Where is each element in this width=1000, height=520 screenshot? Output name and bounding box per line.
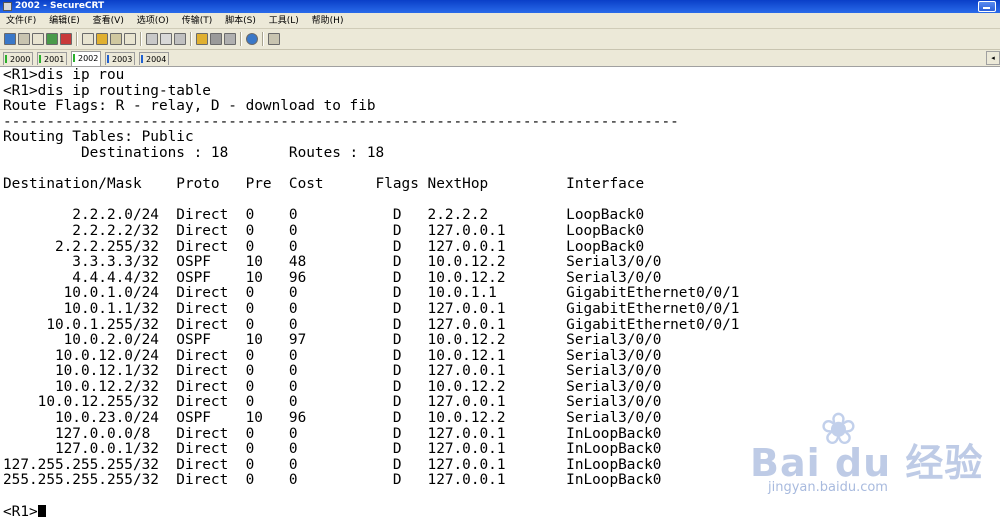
route-row: 10.0.12.1/32 Direct 0 0 D 127.0.0.1 Seri… bbox=[3, 363, 662, 380]
print-selection-icon[interactable] bbox=[160, 33, 172, 45]
menu-script[interactable]: 脚本(S) bbox=[225, 13, 256, 29]
securecrt-app-icon bbox=[3, 2, 12, 11]
terminal-line: Destinations : 18 Routes : 18 bbox=[3, 144, 385, 161]
keymap-icon[interactable] bbox=[224, 33, 236, 45]
terminal-line: <R1>dis ip rou bbox=[3, 67, 125, 83]
route-row: 10.0.12.255/32 Direct 0 0 D 127.0.0.1 Se… bbox=[3, 394, 662, 411]
route-row: 4.4.4.4/32 OSPF 10 96 D 10.0.12.2 Serial… bbox=[3, 269, 662, 286]
print-icon[interactable] bbox=[146, 33, 158, 45]
route-row: 10.0.2.0/24 OSPF 10 97 D 10.0.12.2 Seria… bbox=[3, 332, 662, 349]
route-row: 10.0.12.0/24 Direct 0 0 D 10.0.12.1 Seri… bbox=[3, 347, 662, 364]
route-row: 10.0.12.2/32 Direct 0 0 D 10.0.12.2 Seri… bbox=[3, 378, 662, 395]
menu-tools[interactable]: 工具(L) bbox=[269, 13, 299, 29]
reconnect-icon[interactable] bbox=[46, 33, 58, 45]
session-tab-bar: 2000 2001 2002 2003 2004 ◂ bbox=[0, 50, 1000, 67]
terminal-line: Route Flags: R - relay, D - download to … bbox=[3, 98, 376, 115]
menu-options[interactable]: 选项(O) bbox=[137, 13, 169, 29]
terminal-line: ----------------------------------------… bbox=[3, 113, 679, 130]
terminal-line: Routing Tables: Public bbox=[3, 129, 194, 146]
menu-view[interactable]: 查看(V) bbox=[93, 13, 124, 29]
menu-transfer[interactable]: 传输(T) bbox=[182, 13, 213, 29]
copy-icon[interactable] bbox=[82, 33, 94, 45]
tab-label: 2001 bbox=[44, 55, 65, 64]
quick-connect-icon[interactable] bbox=[18, 33, 30, 45]
route-row: 2.2.2.2/32 Direct 0 0 D 127.0.0.1 LoopBa… bbox=[3, 222, 645, 239]
route-row: 2.2.2.0/24 Direct 0 0 D 2.2.2.2 LoopBack… bbox=[3, 207, 645, 224]
route-row: 127.255.255.255/32 Direct 0 0 D 127.0.0.… bbox=[3, 456, 662, 473]
menu-edit[interactable]: 编辑(E) bbox=[49, 13, 80, 29]
print-setup-icon[interactable] bbox=[174, 33, 186, 45]
sftp-icon[interactable] bbox=[268, 33, 280, 45]
title-bar: 2002 - SecureCRT bbox=[0, 0, 1000, 13]
tab-label: 2003 bbox=[112, 55, 133, 64]
toolbar-separator bbox=[190, 32, 192, 46]
connect-icon[interactable] bbox=[4, 33, 16, 45]
baidu-jingyan-watermark: ❀ Bai du 经验 jingyan.baidu.com bbox=[750, 404, 990, 504]
toolbar-separator bbox=[76, 32, 78, 46]
route-row: 10.0.1.0/24 Direct 0 0 D 10.0.1.1 Gigabi… bbox=[3, 285, 740, 302]
minimize-button[interactable] bbox=[978, 1, 996, 12]
tab-label: 2004 bbox=[146, 55, 167, 64]
find-icon[interactable] bbox=[124, 33, 136, 45]
tab-2004[interactable]: 2004 bbox=[139, 52, 170, 65]
route-row: 10.0.1.255/32 Direct 0 0 D 127.0.0.1 Gig… bbox=[3, 316, 740, 333]
table-header-row: Destination/Mask Proto Pre Cost Flags Ne… bbox=[3, 176, 645, 193]
connect-tab-icon[interactable] bbox=[32, 33, 44, 45]
terminal-line: <R1>dis ip routing-table bbox=[3, 82, 211, 99]
paste-icon[interactable] bbox=[96, 33, 108, 45]
command-prompt: <R1> bbox=[3, 503, 38, 520]
disconnect-icon[interactable] bbox=[60, 33, 72, 45]
toolbar-separator bbox=[140, 32, 142, 46]
watermark-url: jingyan.baidu.com bbox=[768, 480, 888, 495]
terminal-output: <R1>dis ip rou <R1>dis ip routing-table … bbox=[3, 67, 740, 520]
tab-2003[interactable]: 2003 bbox=[105, 52, 136, 65]
route-row: 255.255.255.255/32 Direct 0 0 D 127.0.0.… bbox=[3, 472, 662, 489]
watermark-brand: Bai du 经验 bbox=[750, 441, 984, 485]
route-row: 2.2.2.255/32 Direct 0 0 D 127.0.0.1 Loop… bbox=[3, 238, 645, 255]
session-options-icon[interactable] bbox=[196, 33, 208, 45]
help-icon[interactable] bbox=[246, 33, 258, 45]
menu-bar: 文件(F) 编辑(E) 查看(V) 选项(O) 传输(T) 脚本(S) 工具(L… bbox=[0, 13, 1000, 29]
terminal-area[interactable]: <R1>dis ip rou <R1>dis ip routing-table … bbox=[0, 67, 1000, 519]
route-row: 127.0.0.1/32 Direct 0 0 D 127.0.0.1 InLo… bbox=[3, 441, 662, 458]
tab-scroll-button[interactable]: ◂ bbox=[986, 51, 1000, 65]
window-title: 2002 - SecureCRT bbox=[15, 1, 105, 11]
route-row: 10.0.1.1/32 Direct 0 0 D 127.0.0.1 Gigab… bbox=[3, 300, 740, 317]
tab-label: 2002 bbox=[78, 54, 99, 63]
tab-2001[interactable]: 2001 bbox=[37, 52, 68, 65]
global-options-icon[interactable] bbox=[210, 33, 222, 45]
toolbar-separator bbox=[262, 32, 264, 46]
route-row: 3.3.3.3/32 OSPF 10 48 D 10.0.12.2 Serial… bbox=[3, 254, 662, 271]
menu-help[interactable]: 帮助(H) bbox=[312, 13, 344, 29]
copy-paste-icon[interactable] bbox=[110, 33, 122, 45]
toolbar-separator bbox=[240, 32, 242, 46]
route-row: 127.0.0.0/8 Direct 0 0 D 127.0.0.1 InLoo… bbox=[3, 425, 662, 442]
menu-file[interactable]: 文件(F) bbox=[6, 13, 36, 29]
tab-2002[interactable]: 2002 bbox=[71, 51, 102, 66]
text-cursor bbox=[37, 504, 46, 517]
tab-2000[interactable]: 2000 bbox=[3, 52, 34, 65]
tab-label: 2000 bbox=[10, 55, 31, 64]
route-row: 10.0.23.0/24 OSPF 10 96 D 10.0.12.2 Seri… bbox=[3, 410, 662, 427]
toolbar bbox=[0, 29, 1000, 50]
